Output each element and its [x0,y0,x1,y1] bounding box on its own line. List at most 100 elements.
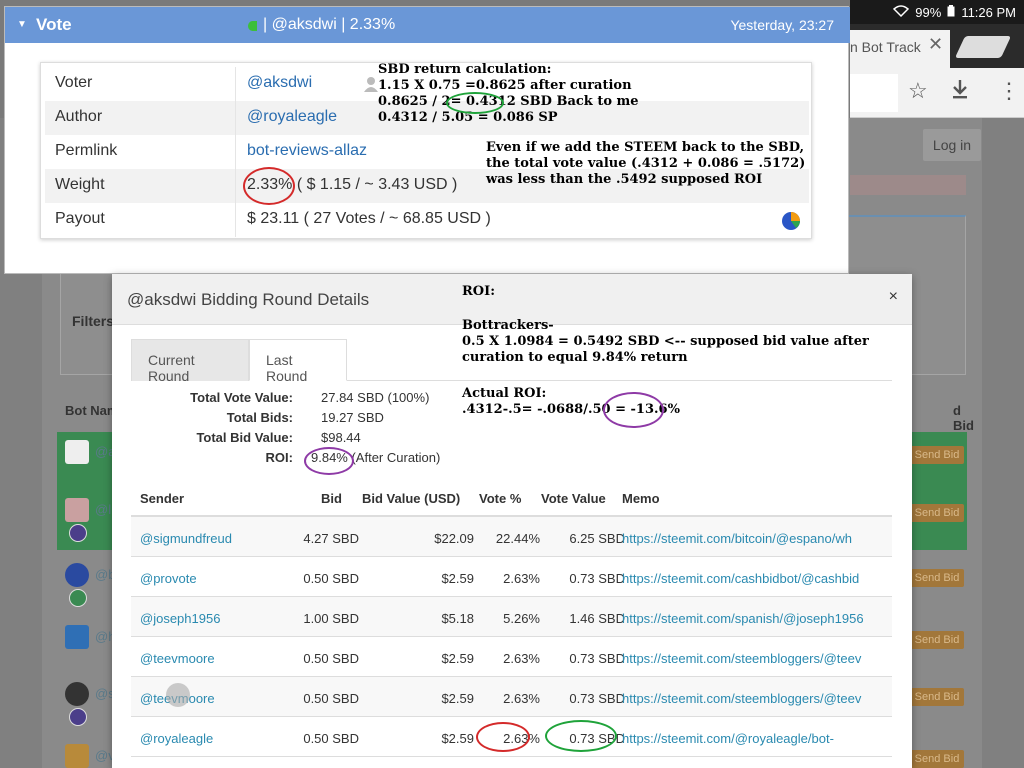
send-bid-button[interactable]: Send Bid [910,504,964,522]
purple-circle-marker [603,392,664,428]
bid-usd: $2.59 [441,691,474,706]
column-memo: Memo [622,491,660,506]
close-tab-icon[interactable]: ✕ [928,34,943,55]
vote-status-icon [248,21,257,31]
memo-link[interactable]: https://steemit.com/@royaleagle/bot- [622,731,834,746]
new-tab-button[interactable] [954,36,1012,58]
vote-summary: | @aksdwi | 2.33% [263,16,396,33]
browser-tabbar: n Bot Track ✕ [850,24,1024,68]
table-row: @teevmoore0.50 SBD$2.592.63%0.73 SBDhttp… [131,677,892,717]
green-circle-marker [545,720,617,752]
sender-link[interactable]: @teevmoore [140,651,215,666]
table-header: Sender Bid Bid Value (USD) Vote % Vote V… [131,477,892,517]
sender-link[interactable]: @provote [140,571,197,586]
weight-label: Weight [55,176,105,193]
annotation-line: 0.8625 / 2= 0.4312 SBD Back to me [378,94,639,109]
annotation-line: was less than the .5492 supposed ROI [486,172,763,187]
roi-label: ROI: [265,450,293,465]
url-input[interactable] [850,74,898,112]
send-bid-button[interactable]: Send Bid [910,750,964,768]
more-menu-icon[interactable]: ⋮ [998,78,1020,104]
total-bid-value: $98.44 [321,430,361,445]
steem-note-annotation: Even if we add the STEEM back to the SBD… [486,140,805,188]
voter-link[interactable]: @aksdwi [247,74,312,92]
send-bid-button[interactable]: Send Bid [910,688,964,706]
payout-row: Payout $ 23.11 ( 27 Votes / ~ 68.85 USD … [45,203,809,237]
column-divider [235,101,236,135]
annotation-line: Bottrackers- [462,318,554,333]
bid-header: d Bid [953,403,974,433]
red-circle-marker [243,167,295,205]
payout-label: Payout [55,210,105,227]
total-vote-value: 27.84 SBD (100%) [321,390,430,405]
bot-avatar [65,625,89,649]
permlink-link[interactable]: bot-reviews-allaz [247,142,367,160]
verified-badge-icon [69,524,87,542]
pie-chart-icon[interactable] [781,211,801,231]
voter-label: Voter [55,74,93,91]
payout-value: $ 23.11 ( 27 Votes / ~ 68.85 USD ) [247,210,491,227]
vote-time: Yesterday, 23:27 [730,17,834,33]
bot-avatar [65,498,89,522]
bot-avatar [65,563,89,587]
sbd-calc-annotation: SBD return calculation: 1.15 X 0.75 =0.8… [378,62,639,126]
vote-percent: 2.63% [503,691,540,706]
bot-avatar [65,440,89,464]
bid-amount: 0.50 SBD [303,731,359,746]
annotation-line: 0.4312 / 5.05 = 0.086 SP [378,110,558,125]
download-icon[interactable] [950,78,970,106]
send-bid-button[interactable]: Send Bid [910,446,964,464]
bot-avatar [65,682,89,706]
memo-link[interactable]: https://steemit.com/steembloggers/@teev [622,691,861,706]
author-link[interactable]: @royaleagle [247,108,337,126]
table-row: @provote 0.50 SBD $2.59 2.63% 0.73 SBD https:… [131,557,892,597]
send-bid-button[interactable]: Send Bid [910,569,964,587]
author-label: Author [55,108,103,125]
annotation-line: 0.5 X 1.0984 = 0.5492 SBD <-- supposed b… [462,334,869,349]
column-vote-pct: Vote % [479,491,522,506]
touch-indicator [166,683,190,707]
sender-link[interactable]: @sigmundfreud [140,531,232,546]
roi-heading-annotation: ROI: [462,284,496,299]
bid-usd: $5.18 [441,611,474,626]
vote-percent: 5.26% [503,611,540,626]
battery-icon [947,4,955,20]
memo-link[interactable]: https://steemit.com/spanish/@joseph1956 [622,611,864,626]
send-bid-button[interactable]: Send Bid [910,631,964,649]
total-bid-value-label: Total Bid Value: [196,430,293,445]
summary-row: Total Bids: [131,410,293,430]
summary-row: Total Bid Value: [131,430,293,450]
summary-row: Total Vote Value: [131,390,293,410]
bid-usd: $2.59 [441,571,474,586]
memo-link[interactable]: https://steemit.com/steembloggers/@teev [622,651,861,666]
close-icon[interactable]: × [889,288,898,306]
memo-link[interactable]: https://steemit.com/cashbidbot/@cashbid [622,571,859,586]
caret-down-icon[interactable]: ▼ [17,19,27,30]
green-circle-marker [446,92,504,114]
purple-circle-marker [304,447,354,475]
column-bid-value: Bid Value (USD) [362,491,461,506]
bot-name[interactable]: @l [95,502,111,517]
clock: 11:26 PM [961,4,1016,20]
vote-value: 0.73 SBD [569,651,625,666]
sender-link[interactable]: @joseph1956 [140,611,220,626]
memo-link[interactable]: https://steemit.com/bitcoin/@espano/wh [622,531,852,546]
star-icon[interactable]: ☆ [908,78,928,104]
vote-header[interactable]: ▼ Vote | @aksdwi | 2.33% Yesterday, 23:2… [5,7,850,43]
annotation-line: 1.15 X 0.75 =0.8625 after curation [378,78,632,93]
tab-last-round[interactable]: Last Round [249,339,347,384]
column-divider [235,67,236,101]
red-circle-marker [476,722,530,752]
column-divider [235,169,236,203]
browser-tab[interactable]: n Bot Track ✕ [850,30,950,68]
column-sender: Sender [140,491,185,506]
bid-amount: 0.50 SBD [303,691,359,706]
bid-usd: $2.59 [441,731,474,746]
tab-current-round[interactable]: Current Round [131,339,249,384]
user-icon [364,77,378,92]
sender-link[interactable]: @royaleagle [140,731,213,746]
login-button[interactable]: Log in [922,128,982,162]
total-vote-value-label: Total Vote Value: [190,390,293,405]
bid-usd: $22.09 [434,531,474,546]
vote-value: 1.46 SBD [569,611,625,626]
